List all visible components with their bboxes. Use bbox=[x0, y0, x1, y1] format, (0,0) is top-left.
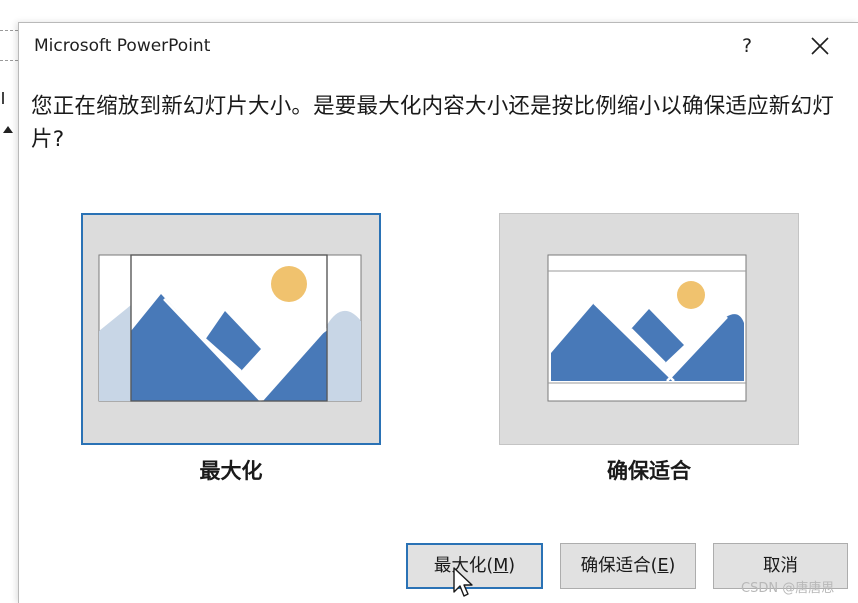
close-button[interactable] bbox=[805, 31, 835, 61]
maximize-button-accesskey: M bbox=[493, 556, 509, 576]
help-button[interactable]: ? bbox=[733, 31, 761, 61]
close-icon bbox=[811, 37, 829, 55]
option-ensure-fit-label: 确保适合 bbox=[607, 459, 691, 483]
mouse-cursor-icon bbox=[453, 567, 473, 597]
background-divider bbox=[0, 60, 18, 61]
scroll-up-arrow-icon bbox=[3, 126, 13, 133]
background-divider bbox=[0, 30, 18, 31]
ensure-fit-button[interactable]: 确保适合(E) bbox=[560, 543, 696, 589]
landscape-picture-icon bbox=[547, 254, 747, 402]
landscape-picture-icon bbox=[98, 254, 362, 402]
scale-dialog: Microsoft PowerPoint ? 您正在缩放到新幻灯片大小。是要最大… bbox=[18, 22, 858, 603]
background-window-edge bbox=[0, 0, 18, 602]
ensure-fit-button-accesskey: E bbox=[657, 556, 669, 576]
ensure-fit-button-suffix: ) bbox=[668, 556, 676, 576]
dialog-titlebar: Microsoft PowerPoint ? bbox=[19, 23, 858, 69]
ensure-fit-button-text: 确保适合( bbox=[580, 556, 658, 576]
dialog-title: Microsoft PowerPoint bbox=[34, 36, 211, 56]
background-mark bbox=[2, 92, 7, 104]
dialog-message: 您正在缩放到新幻灯片大小。是要最大化内容大小还是按比例缩小以确保适应新幻灯片? bbox=[31, 94, 834, 152]
option-maximize-label: 最大化 bbox=[199, 459, 263, 483]
watermark: CSDN @唐唐思 bbox=[741, 581, 835, 596]
maximize-button-suffix: ) bbox=[508, 556, 516, 576]
